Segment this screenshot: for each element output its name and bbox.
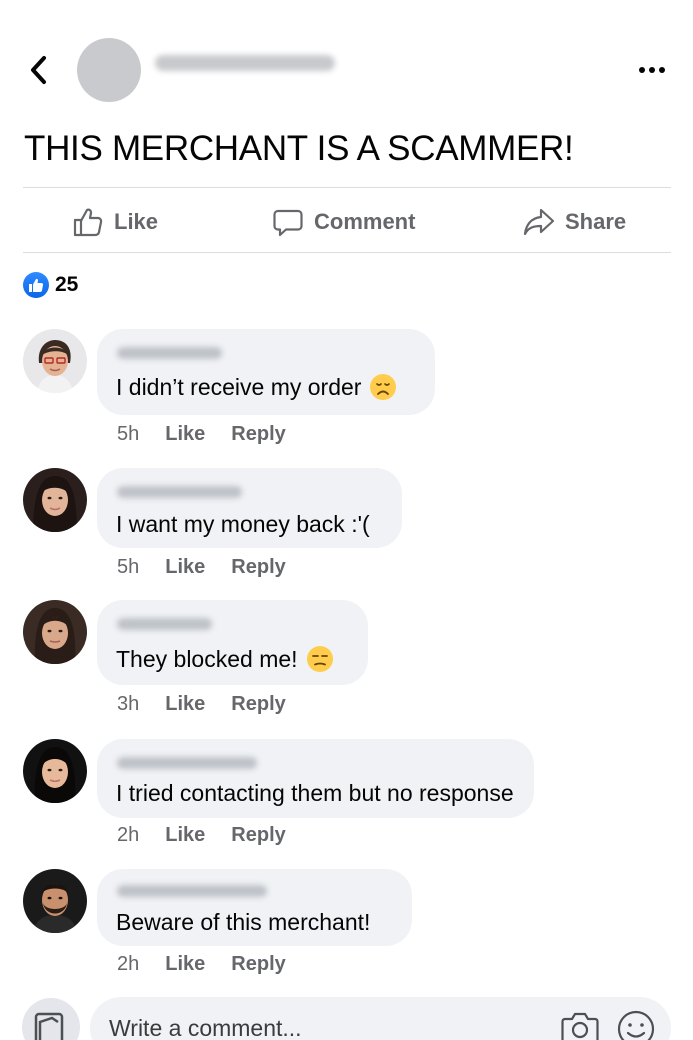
- commenter-name-redacted[interactable]: [117, 486, 242, 498]
- comment-text: Beware of this merchant!: [116, 909, 371, 935]
- comment-reply-button[interactable]: Reply: [231, 423, 285, 446]
- poster-name-redacted[interactable]: [155, 55, 335, 71]
- comment-reply-button[interactable]: Reply: [231, 953, 285, 976]
- reaction-summary[interactable]: 25: [23, 272, 78, 298]
- comment-text: I didn’t receive my order: [116, 373, 362, 400]
- divider: [23, 187, 671, 188]
- like-label: Like: [114, 209, 159, 234]
- comment-input[interactable]: Write a comment...: [90, 997, 671, 1040]
- share-arrow-icon: [523, 208, 555, 236]
- ellipsis-icon: [639, 67, 665, 73]
- chevron-left-icon: [31, 56, 46, 84]
- comment-time: 2h: [117, 953, 140, 975]
- comment-meta: 5h Like Reply: [117, 423, 286, 446]
- commenter-avatar[interactable]: [23, 869, 87, 933]
- commenter-avatar[interactable]: [23, 600, 87, 664]
- comment-bubble[interactable]: Beware of this merchant!: [97, 869, 412, 946]
- commenter-name-redacted[interactable]: [117, 885, 267, 897]
- comment-time: 5h: [117, 423, 140, 445]
- share-button[interactable]: Share: [523, 202, 626, 242]
- comment-like-button[interactable]: Like: [165, 423, 205, 446]
- comment-meta: 2h Like Reply: [117, 824, 286, 847]
- commenter-name-redacted[interactable]: [117, 757, 257, 769]
- comment-like-button[interactable]: Like: [165, 556, 205, 579]
- comment-text: They blocked me!: [116, 645, 298, 672]
- comment-bubble-icon: [273, 209, 303, 237]
- like-reaction-icon: [23, 272, 49, 298]
- comment-meta: 3h Like Reply: [117, 693, 286, 716]
- share-label: Share: [565, 209, 627, 234]
- comment-like-button[interactable]: Like: [165, 824, 205, 847]
- more-options-button[interactable]: [636, 58, 668, 82]
- camera-button[interactable]: [560, 1009, 600, 1040]
- page-avatar[interactable]: [77, 38, 141, 102]
- comment-text-row: I tried contacting them but no response: [116, 780, 514, 807]
- comment-text-row: They blocked me!: [116, 645, 334, 673]
- comment-input-placeholder: Write a comment...: [109, 1015, 302, 1040]
- emoji-button[interactable]: [616, 1009, 656, 1040]
- comment-text: I tried contacting them but no response: [116, 780, 514, 806]
- comment-bubble[interactable]: I tried contacting them but no response: [97, 739, 534, 818]
- thumbs-up-icon: [73, 208, 103, 237]
- commenter-name-redacted[interactable]: [117, 618, 212, 630]
- user-silhouette-icon: [34, 1012, 64, 1040]
- comment-reply-button[interactable]: Reply: [231, 556, 285, 579]
- commenter-avatar[interactable]: [23, 329, 87, 393]
- comment-time: 5h: [117, 556, 140, 578]
- comment-time: 3h: [117, 693, 140, 715]
- post-text: THIS MERCHANT IS A SCAMMER!: [24, 129, 574, 168]
- commenter-avatar[interactable]: [23, 468, 87, 532]
- commenter-name-redacted[interactable]: [117, 347, 222, 359]
- comment-reply-button[interactable]: Reply: [231, 824, 285, 847]
- camera-icon: [561, 1012, 599, 1040]
- current-user-avatar[interactable]: [22, 998, 80, 1040]
- disappointed-face-emoji: [370, 374, 397, 400]
- comment-text-row: I didn’t receive my order: [116, 373, 397, 401]
- unamused-face-emoji: [306, 646, 333, 672]
- comment-meta: 5h Like Reply: [117, 556, 286, 579]
- comment-bubble[interactable]: I didn’t receive my order: [97, 329, 435, 415]
- comment-text: I want my money back :'(: [116, 511, 370, 537]
- commenter-avatar[interactable]: [23, 739, 87, 803]
- back-button[interactable]: [24, 52, 54, 88]
- comment-like-button[interactable]: Like: [165, 693, 205, 716]
- comment-text-row: I want my money back :'(: [116, 511, 370, 538]
- smiley-icon: [617, 1010, 655, 1040]
- reaction-count: 25: [55, 273, 79, 296]
- post-header: [0, 0, 693, 110]
- like-button[interactable]: Like: [72, 202, 158, 242]
- comment-reply-button[interactable]: Reply: [231, 693, 285, 716]
- comment-bubble[interactable]: They blocked me!: [97, 600, 368, 685]
- comment-bubble[interactable]: I want my money back :'(: [97, 468, 402, 548]
- comment-button[interactable]: Comment: [272, 202, 415, 242]
- comment-text-row: Beware of this merchant!: [116, 909, 370, 936]
- comment-time: 2h: [117, 824, 140, 846]
- divider: [23, 252, 671, 253]
- comment-meta: 2h Like Reply: [117, 953, 286, 976]
- comment-like-button[interactable]: Like: [165, 953, 205, 976]
- comment-label: Comment: [314, 209, 416, 234]
